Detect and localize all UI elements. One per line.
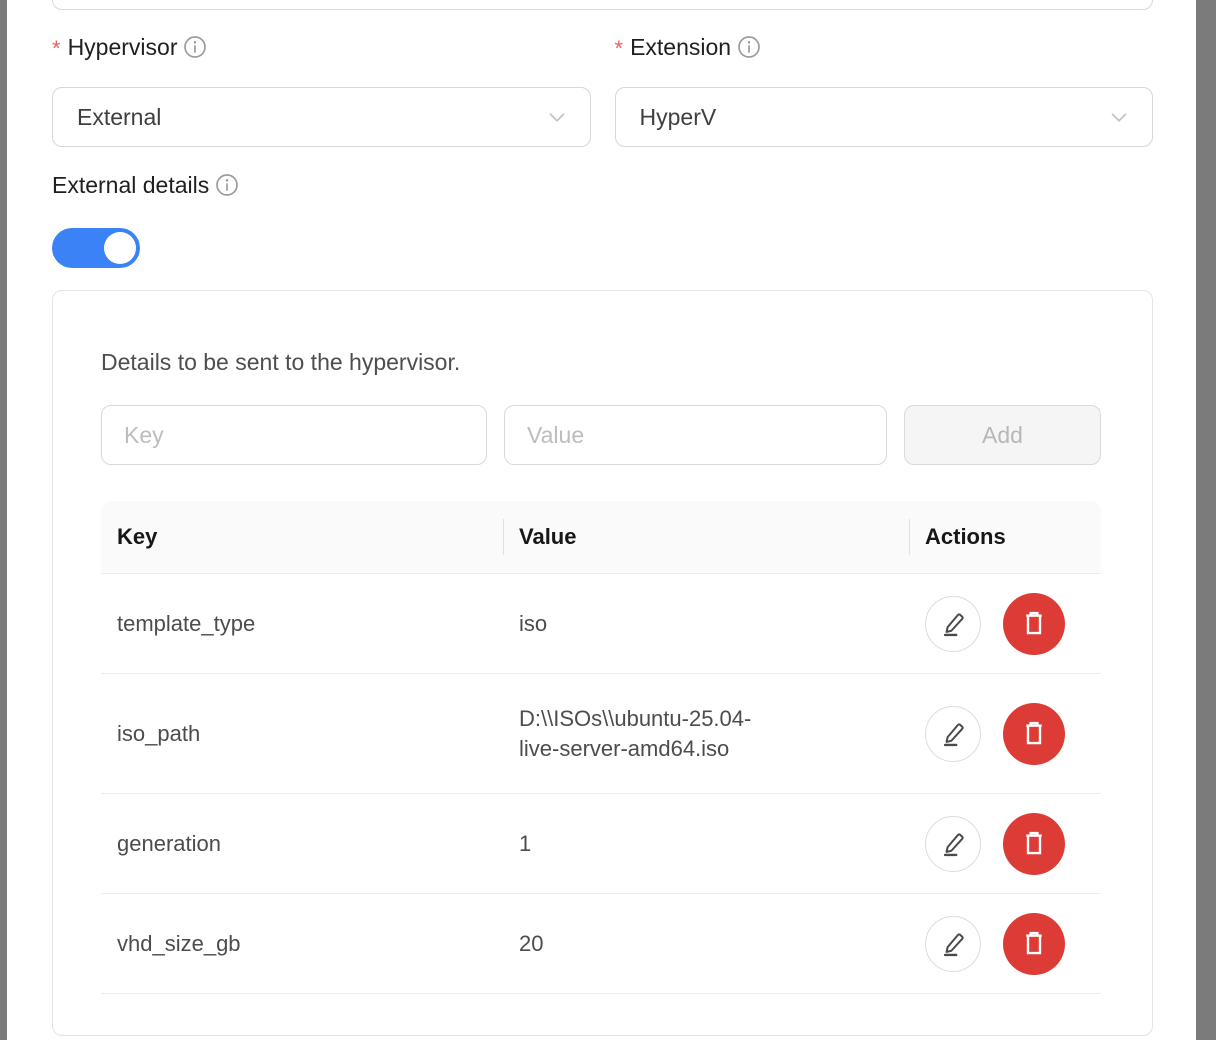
edit-pencil-icon bbox=[939, 720, 967, 748]
chevron-down-icon bbox=[544, 104, 570, 130]
form-panel: * Hypervisor * Extension bbox=[7, 0, 1196, 1040]
row-actions bbox=[909, 813, 1101, 875]
row-key: template_type bbox=[101, 611, 503, 637]
table-header-key: Key bbox=[101, 501, 503, 573]
edit-pencil-icon bbox=[939, 930, 967, 958]
external-details-label-text: External details bbox=[52, 171, 209, 199]
hypervisor-label: * Hypervisor bbox=[52, 33, 591, 61]
extension-label: * Extension bbox=[615, 33, 1154, 61]
row-value: iso bbox=[503, 609, 909, 639]
kv-entry-row: Add bbox=[101, 405, 1104, 465]
trash-icon bbox=[1019, 719, 1049, 749]
info-icon[interactable] bbox=[183, 35, 207, 59]
edit-pencil-icon bbox=[939, 830, 967, 858]
edit-button[interactable] bbox=[925, 916, 981, 972]
required-asterisk: * bbox=[52, 35, 61, 63]
trash-icon bbox=[1019, 609, 1049, 639]
table-header-actions: Actions bbox=[909, 501, 1101, 573]
window-edge-right bbox=[1196, 0, 1216, 1040]
required-asterisk: * bbox=[615, 35, 624, 63]
row-value: D:\\ISOs\\ubuntu-25.04-live-server-amd64… bbox=[503, 704, 909, 764]
chevron-down-icon bbox=[1106, 104, 1132, 130]
edit-button[interactable] bbox=[925, 596, 981, 652]
row-key: iso_path bbox=[101, 721, 503, 747]
row-key: generation bbox=[101, 831, 503, 857]
table-header-row: Key Value Actions bbox=[101, 501, 1101, 574]
table-row: template_type iso bbox=[101, 574, 1101, 674]
field-labels-row: * Hypervisor * Extension bbox=[52, 33, 1153, 61]
delete-button[interactable] bbox=[1003, 813, 1065, 875]
edit-pencil-icon bbox=[939, 610, 967, 638]
value-input[interactable] bbox=[504, 405, 887, 465]
table-row: generation 1 bbox=[101, 794, 1101, 894]
external-details-label: External details bbox=[52, 171, 1153, 199]
edit-button[interactable] bbox=[925, 706, 981, 762]
window-edge-left bbox=[0, 0, 7, 1040]
kv-table: Key Value Actions template_type iso bbox=[101, 501, 1101, 994]
info-icon[interactable] bbox=[215, 173, 239, 197]
extension-select-value: HyperV bbox=[640, 104, 717, 131]
delete-button[interactable] bbox=[1003, 703, 1065, 765]
extension-label-text: Extension bbox=[630, 33, 731, 61]
row-actions bbox=[909, 703, 1101, 765]
external-details-toggle[interactable] bbox=[52, 228, 140, 268]
hypervisor-select[interactable]: External bbox=[52, 87, 591, 147]
field-selects-row: External HyperV bbox=[52, 87, 1153, 147]
key-input[interactable] bbox=[101, 405, 487, 465]
hypervisor-select-value: External bbox=[77, 104, 161, 131]
info-icon[interactable] bbox=[737, 35, 761, 59]
row-key: vhd_size_gb bbox=[101, 931, 503, 957]
extension-select[interactable]: HyperV bbox=[615, 87, 1154, 147]
add-button[interactable]: Add bbox=[904, 405, 1101, 465]
toggle-knob bbox=[104, 232, 136, 264]
trash-icon bbox=[1019, 829, 1049, 859]
row-actions bbox=[909, 593, 1101, 655]
table-row: vhd_size_gb 20 bbox=[101, 894, 1101, 994]
delete-button[interactable] bbox=[1003, 913, 1065, 975]
trash-icon bbox=[1019, 929, 1049, 959]
delete-button[interactable] bbox=[1003, 593, 1065, 655]
edit-button[interactable] bbox=[925, 816, 981, 872]
previous-field-partial[interactable] bbox=[52, 0, 1153, 10]
external-details-card: Details to be sent to the hypervisor. Ad… bbox=[52, 290, 1153, 1036]
card-description: Details to be sent to the hypervisor. bbox=[101, 347, 1104, 377]
row-value: 20 bbox=[503, 929, 909, 959]
table-body: template_type iso bbox=[101, 574, 1101, 994]
row-value: 1 bbox=[503, 829, 909, 859]
table-row: iso_path D:\\ISOs\\ubuntu-25.04-live-ser… bbox=[101, 674, 1101, 794]
row-actions bbox=[909, 913, 1101, 975]
hypervisor-label-text: Hypervisor bbox=[68, 33, 178, 61]
table-header-value: Value bbox=[503, 501, 909, 573]
